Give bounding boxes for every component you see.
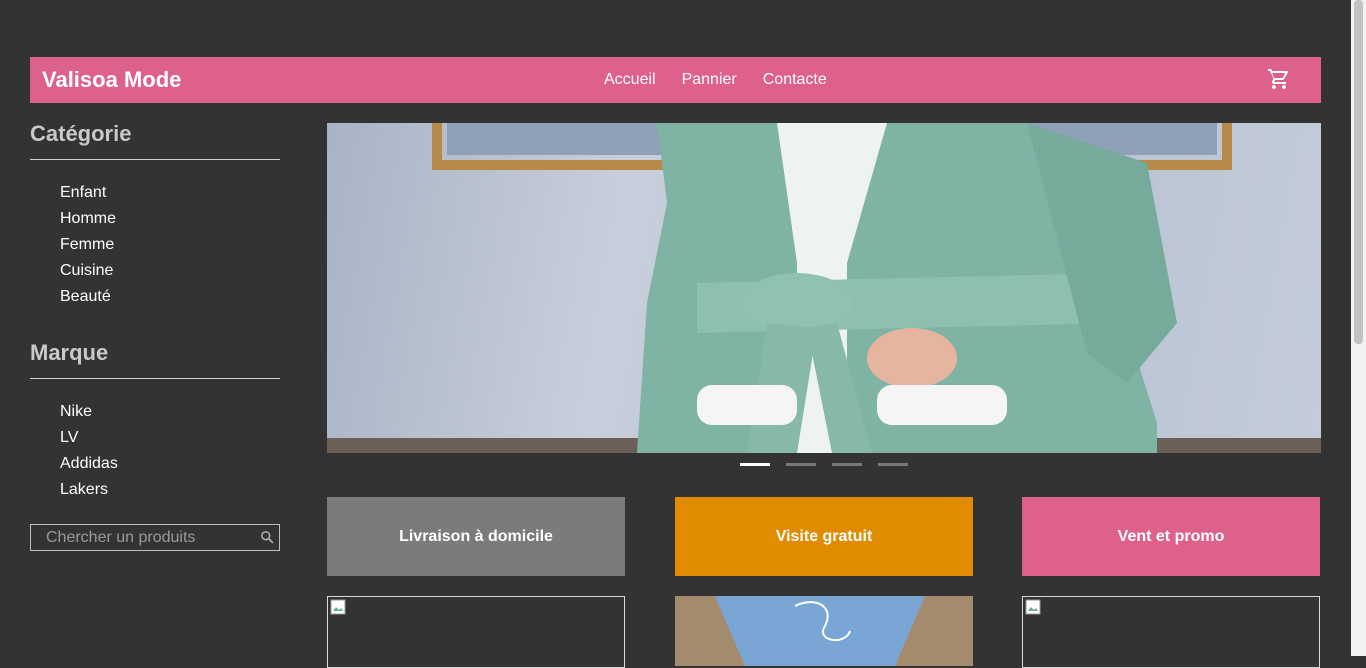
product-card-3[interactable] — [1022, 596, 1320, 668]
nav-links: Accueil Pannier Contacte — [604, 57, 853, 103]
brand-item-nike[interactable]: Nike — [60, 399, 280, 425]
carousel-dot-3[interactable] — [832, 463, 862, 466]
cart-icon[interactable] — [1267, 67, 1291, 91]
broken-image-icon — [1025, 599, 1041, 615]
category-item-beaute[interactable]: Beauté — [60, 284, 280, 310]
top-navbar: Valisoa Mode Accueil Pannier Contacte — [30, 57, 1321, 103]
sidebar: Catégorie Enfant Homme Femme Cuisine Bea… — [30, 121, 280, 551]
scrollbar-thumb[interactable] — [1354, 0, 1363, 344]
brand-item-lakers[interactable]: Lakers — [60, 477, 280, 503]
search-icon[interactable] — [259, 529, 276, 546]
category-item-femme[interactable]: Femme — [60, 232, 280, 258]
carousel-indicators — [740, 463, 924, 466]
carousel-dot-2[interactable] — [786, 463, 816, 466]
category-item-homme[interactable]: Homme — [60, 206, 280, 232]
brand-item-addidas[interactable]: Addidas — [60, 451, 280, 477]
brand-list: Nike LV Addidas Lakers — [30, 379, 280, 503]
brand-item-lv[interactable]: LV — [60, 425, 280, 451]
category-heading: Catégorie — [30, 121, 280, 160]
brand-logo[interactable]: Valisoa Mode — [42, 67, 181, 93]
brand-heading: Marque — [30, 340, 280, 379]
brand-section: Marque Nike LV Addidas Lakers — [30, 340, 280, 503]
nav-link-accueil[interactable]: Accueil — [604, 71, 656, 89]
feature-visite[interactable]: Visite gratuit — [675, 497, 973, 576]
product-search — [30, 524, 280, 551]
feature-promo[interactable]: Vent et promo — [1022, 497, 1320, 576]
category-list: Enfant Homme Femme Cuisine Beauté — [30, 160, 280, 310]
hero-carousel-image[interactable] — [327, 123, 1321, 453]
feature-livraison[interactable]: Livraison à domicile — [327, 497, 625, 576]
category-item-cuisine[interactable]: Cuisine — [60, 258, 280, 284]
search-input[interactable] — [31, 525, 246, 550]
carousel-dot-4[interactable] — [878, 463, 908, 466]
carousel-dot-1[interactable] — [740, 463, 770, 466]
product-card-1[interactable] — [327, 596, 625, 668]
category-item-enfant[interactable]: Enfant — [60, 180, 280, 206]
nav-link-pannier[interactable]: Pannier — [682, 71, 737, 89]
nav-link-contacte[interactable]: Contacte — [763, 71, 827, 89]
bathrobe-photo — [327, 123, 1321, 453]
broken-image-icon — [330, 599, 346, 615]
page-scrollbar[interactable] — [1351, 0, 1366, 656]
